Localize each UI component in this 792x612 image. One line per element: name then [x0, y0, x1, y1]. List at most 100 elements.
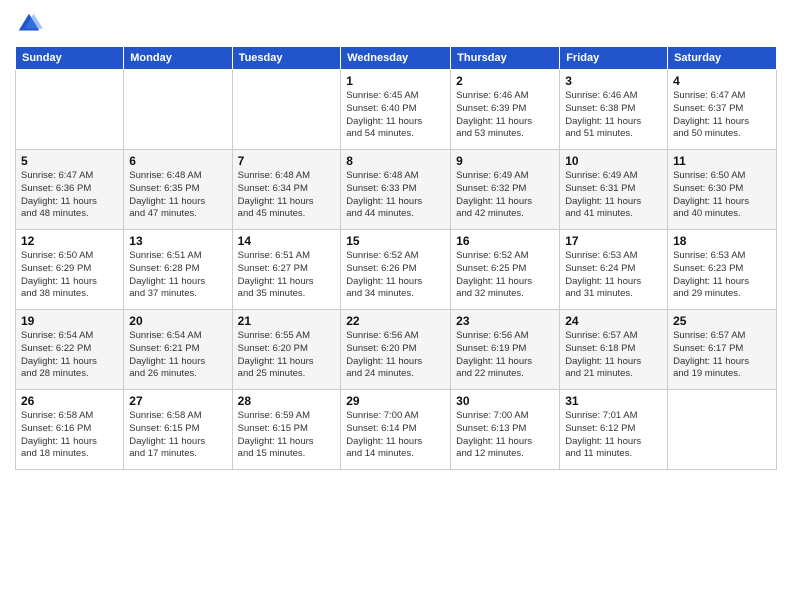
day-number: 21 [238, 314, 336, 328]
day-info: Sunrise: 6:46 AM Sunset: 6:39 PM Dayligh… [456, 90, 554, 141]
calendar-cell: 30 Sunrise: 7:00 AM Sunset: 6:13 PM Dayli… [451, 390, 560, 470]
calendar-cell: 27 Sunrise: 6:58 AM Sunset: 6:15 PM Dayli… [124, 390, 232, 470]
day-number: 6 [129, 154, 226, 168]
calendar-cell: 2 Sunrise: 6:46 AM Sunset: 6:39 PM Daylig… [451, 70, 560, 150]
day-info: Sunrise: 6:57 AM Sunset: 6:18 PM Dayligh… [565, 330, 662, 381]
weekday-header-tuesday: Tuesday [232, 47, 341, 70]
day-number: 31 [565, 394, 662, 408]
calendar-cell [668, 390, 777, 470]
day-info: Sunrise: 6:52 AM Sunset: 6:26 PM Dayligh… [346, 250, 445, 301]
day-info: Sunrise: 6:53 AM Sunset: 6:24 PM Dayligh… [565, 250, 662, 301]
day-number: 8 [346, 154, 445, 168]
day-info: Sunrise: 6:50 AM Sunset: 6:29 PM Dayligh… [21, 250, 118, 301]
day-number: 27 [129, 394, 226, 408]
calendar-cell [124, 70, 232, 150]
day-number: 29 [346, 394, 445, 408]
day-number: 16 [456, 234, 554, 248]
week-row-5: 26Sunrise: 6:58 AM Sunset: 6:16 PM Dayli… [16, 390, 777, 470]
day-info: Sunrise: 6:56 AM Sunset: 6:20 PM Dayligh… [346, 330, 445, 381]
day-number: 5 [21, 154, 118, 168]
week-row-1: 1Sunrise: 6:45 AM Sunset: 6:40 PM Daylig… [16, 70, 777, 150]
day-info: Sunrise: 6:47 AM Sunset: 6:36 PM Dayligh… [21, 170, 118, 221]
day-number: 15 [346, 234, 445, 248]
week-row-4: 19 Sunrise: 6:54 AM Sunset: 6:22 PM Dayli… [16, 310, 777, 390]
calendar-cell: 25 Sunrise: 6:57 AM Sunset: 6:17 PM Dayli… [668, 310, 777, 390]
day-number: 3 [565, 74, 662, 88]
day-info: Sunrise: 6:59 AM Sunset: 6:15 PM Dayligh… [238, 410, 336, 461]
day-info: Sunrise: 6:54 AM Sunset: 6:22 PM Dayligh… [21, 330, 118, 381]
day-number: 14 [238, 234, 336, 248]
weekday-header-wednesday: Wednesday [341, 47, 451, 70]
day-number: 1 [346, 74, 445, 88]
day-info: Sunrise: 7:00 AM Sunset: 6:13 PM Dayligh… [456, 410, 554, 461]
calendar-cell: 3 Sunrise: 6:46 AM Sunset: 6:38 PM Daylig… [560, 70, 668, 150]
day-info: Sunrise: 6:57 AM Sunset: 6:17 PM Dayligh… [673, 330, 771, 381]
page: SundayMondayTuesdayWednesdayThursdayFrid… [0, 0, 792, 612]
day-number: 18 [673, 234, 771, 248]
day-number: 20 [129, 314, 226, 328]
day-info: Sunrise: 7:00 AM Sunset: 6:14 PM Dayligh… [346, 410, 445, 461]
day-number: 13 [129, 234, 226, 248]
calendar-cell: 31 Sunrise: 7:01 AM Sunset: 6:12 PM Dayli… [560, 390, 668, 470]
calendar-cell: 19 Sunrise: 6:54 AM Sunset: 6:22 PM Dayli… [16, 310, 124, 390]
day-number: 4 [673, 74, 771, 88]
calendar-cell [16, 70, 124, 150]
calendar-cell: 16 Sunrise: 6:52 AM Sunset: 6:25 PM Dayli… [451, 230, 560, 310]
day-number: 30 [456, 394, 554, 408]
weekday-header-friday: Friday [560, 47, 668, 70]
weekday-header-saturday: Saturday [668, 47, 777, 70]
day-info: Sunrise: 6:51 AM Sunset: 6:27 PM Dayligh… [238, 250, 336, 301]
day-number: 12 [21, 234, 118, 248]
week-row-3: 12 Sunrise: 6:50 AM Sunset: 6:29 PM Dayli… [16, 230, 777, 310]
week-row-2: 5 Sunrise: 6:47 AM Sunset: 6:36 PM Daylig… [16, 150, 777, 230]
day-info: Sunrise: 7:01 AM Sunset: 6:12 PM Dayligh… [565, 410, 662, 461]
calendar-cell: 1Sunrise: 6:45 AM Sunset: 6:40 PM Daylig… [341, 70, 451, 150]
day-info: Sunrise: 6:47 AM Sunset: 6:37 PM Dayligh… [673, 90, 771, 141]
day-info: Sunrise: 6:52 AM Sunset: 6:25 PM Dayligh… [456, 250, 554, 301]
calendar-cell: 7 Sunrise: 6:48 AM Sunset: 6:34 PM Daylig… [232, 150, 341, 230]
day-number: 10 [565, 154, 662, 168]
day-number: 7 [238, 154, 336, 168]
calendar-cell: 4 Sunrise: 6:47 AM Sunset: 6:37 PM Daylig… [668, 70, 777, 150]
day-info: Sunrise: 6:48 AM Sunset: 6:33 PM Dayligh… [346, 170, 445, 221]
day-info: Sunrise: 6:46 AM Sunset: 6:38 PM Dayligh… [565, 90, 662, 141]
day-number: 11 [673, 154, 771, 168]
calendar-cell: 6 Sunrise: 6:48 AM Sunset: 6:35 PM Daylig… [124, 150, 232, 230]
header [15, 10, 777, 38]
logo [15, 10, 47, 38]
calendar-cell: 8 Sunrise: 6:48 AM Sunset: 6:33 PM Daylig… [341, 150, 451, 230]
calendar-cell: 23 Sunrise: 6:56 AM Sunset: 6:19 PM Dayli… [451, 310, 560, 390]
day-number: 28 [238, 394, 336, 408]
calendar-cell: 20Sunrise: 6:54 AM Sunset: 6:21 PM Dayli… [124, 310, 232, 390]
day-info: Sunrise: 6:49 AM Sunset: 6:32 PM Dayligh… [456, 170, 554, 221]
day-number: 22 [346, 314, 445, 328]
weekday-header-thursday: Thursday [451, 47, 560, 70]
day-info: Sunrise: 6:48 AM Sunset: 6:35 PM Dayligh… [129, 170, 226, 221]
logo-icon [15, 10, 43, 38]
day-info: Sunrise: 6:58 AM Sunset: 6:15 PM Dayligh… [129, 410, 226, 461]
day-info: Sunrise: 6:55 AM Sunset: 6:20 PM Dayligh… [238, 330, 336, 381]
calendar-cell: 15 Sunrise: 6:52 AM Sunset: 6:26 PM Dayli… [341, 230, 451, 310]
calendar-cell: 24Sunrise: 6:57 AM Sunset: 6:18 PM Dayli… [560, 310, 668, 390]
day-info: Sunrise: 6:48 AM Sunset: 6:34 PM Dayligh… [238, 170, 336, 221]
day-info: Sunrise: 6:51 AM Sunset: 6:28 PM Dayligh… [129, 250, 226, 301]
day-info: Sunrise: 6:56 AM Sunset: 6:19 PM Dayligh… [456, 330, 554, 381]
calendar-cell: 12 Sunrise: 6:50 AM Sunset: 6:29 PM Dayli… [16, 230, 124, 310]
day-number: 2 [456, 74, 554, 88]
day-info: Sunrise: 6:50 AM Sunset: 6:30 PM Dayligh… [673, 170, 771, 221]
day-number: 25 [673, 314, 771, 328]
calendar-cell: 10Sunrise: 6:49 AM Sunset: 6:31 PM Dayli… [560, 150, 668, 230]
calendar-cell: 29 Sunrise: 7:00 AM Sunset: 6:14 PM Dayli… [341, 390, 451, 470]
weekday-header-monday: Monday [124, 47, 232, 70]
day-info: Sunrise: 6:58 AM Sunset: 6:16 PM Dayligh… [21, 410, 118, 461]
weekday-header-row: SundayMondayTuesdayWednesdayThursdayFrid… [16, 47, 777, 70]
calendar-cell: 18Sunrise: 6:53 AM Sunset: 6:23 PM Dayli… [668, 230, 777, 310]
calendar-cell: 13 Sunrise: 6:51 AM Sunset: 6:28 PM Dayli… [124, 230, 232, 310]
day-number: 23 [456, 314, 554, 328]
day-number: 19 [21, 314, 118, 328]
calendar-cell: 21 Sunrise: 6:55 AM Sunset: 6:20 PM Dayli… [232, 310, 341, 390]
weekday-header-sunday: Sunday [16, 47, 124, 70]
calendar-cell: 26Sunrise: 6:58 AM Sunset: 6:16 PM Dayli… [16, 390, 124, 470]
calendar-cell: 28 Sunrise: 6:59 AM Sunset: 6:15 PM Dayli… [232, 390, 341, 470]
calendar-cell: 17Sunrise: 6:53 AM Sunset: 6:24 PM Dayli… [560, 230, 668, 310]
